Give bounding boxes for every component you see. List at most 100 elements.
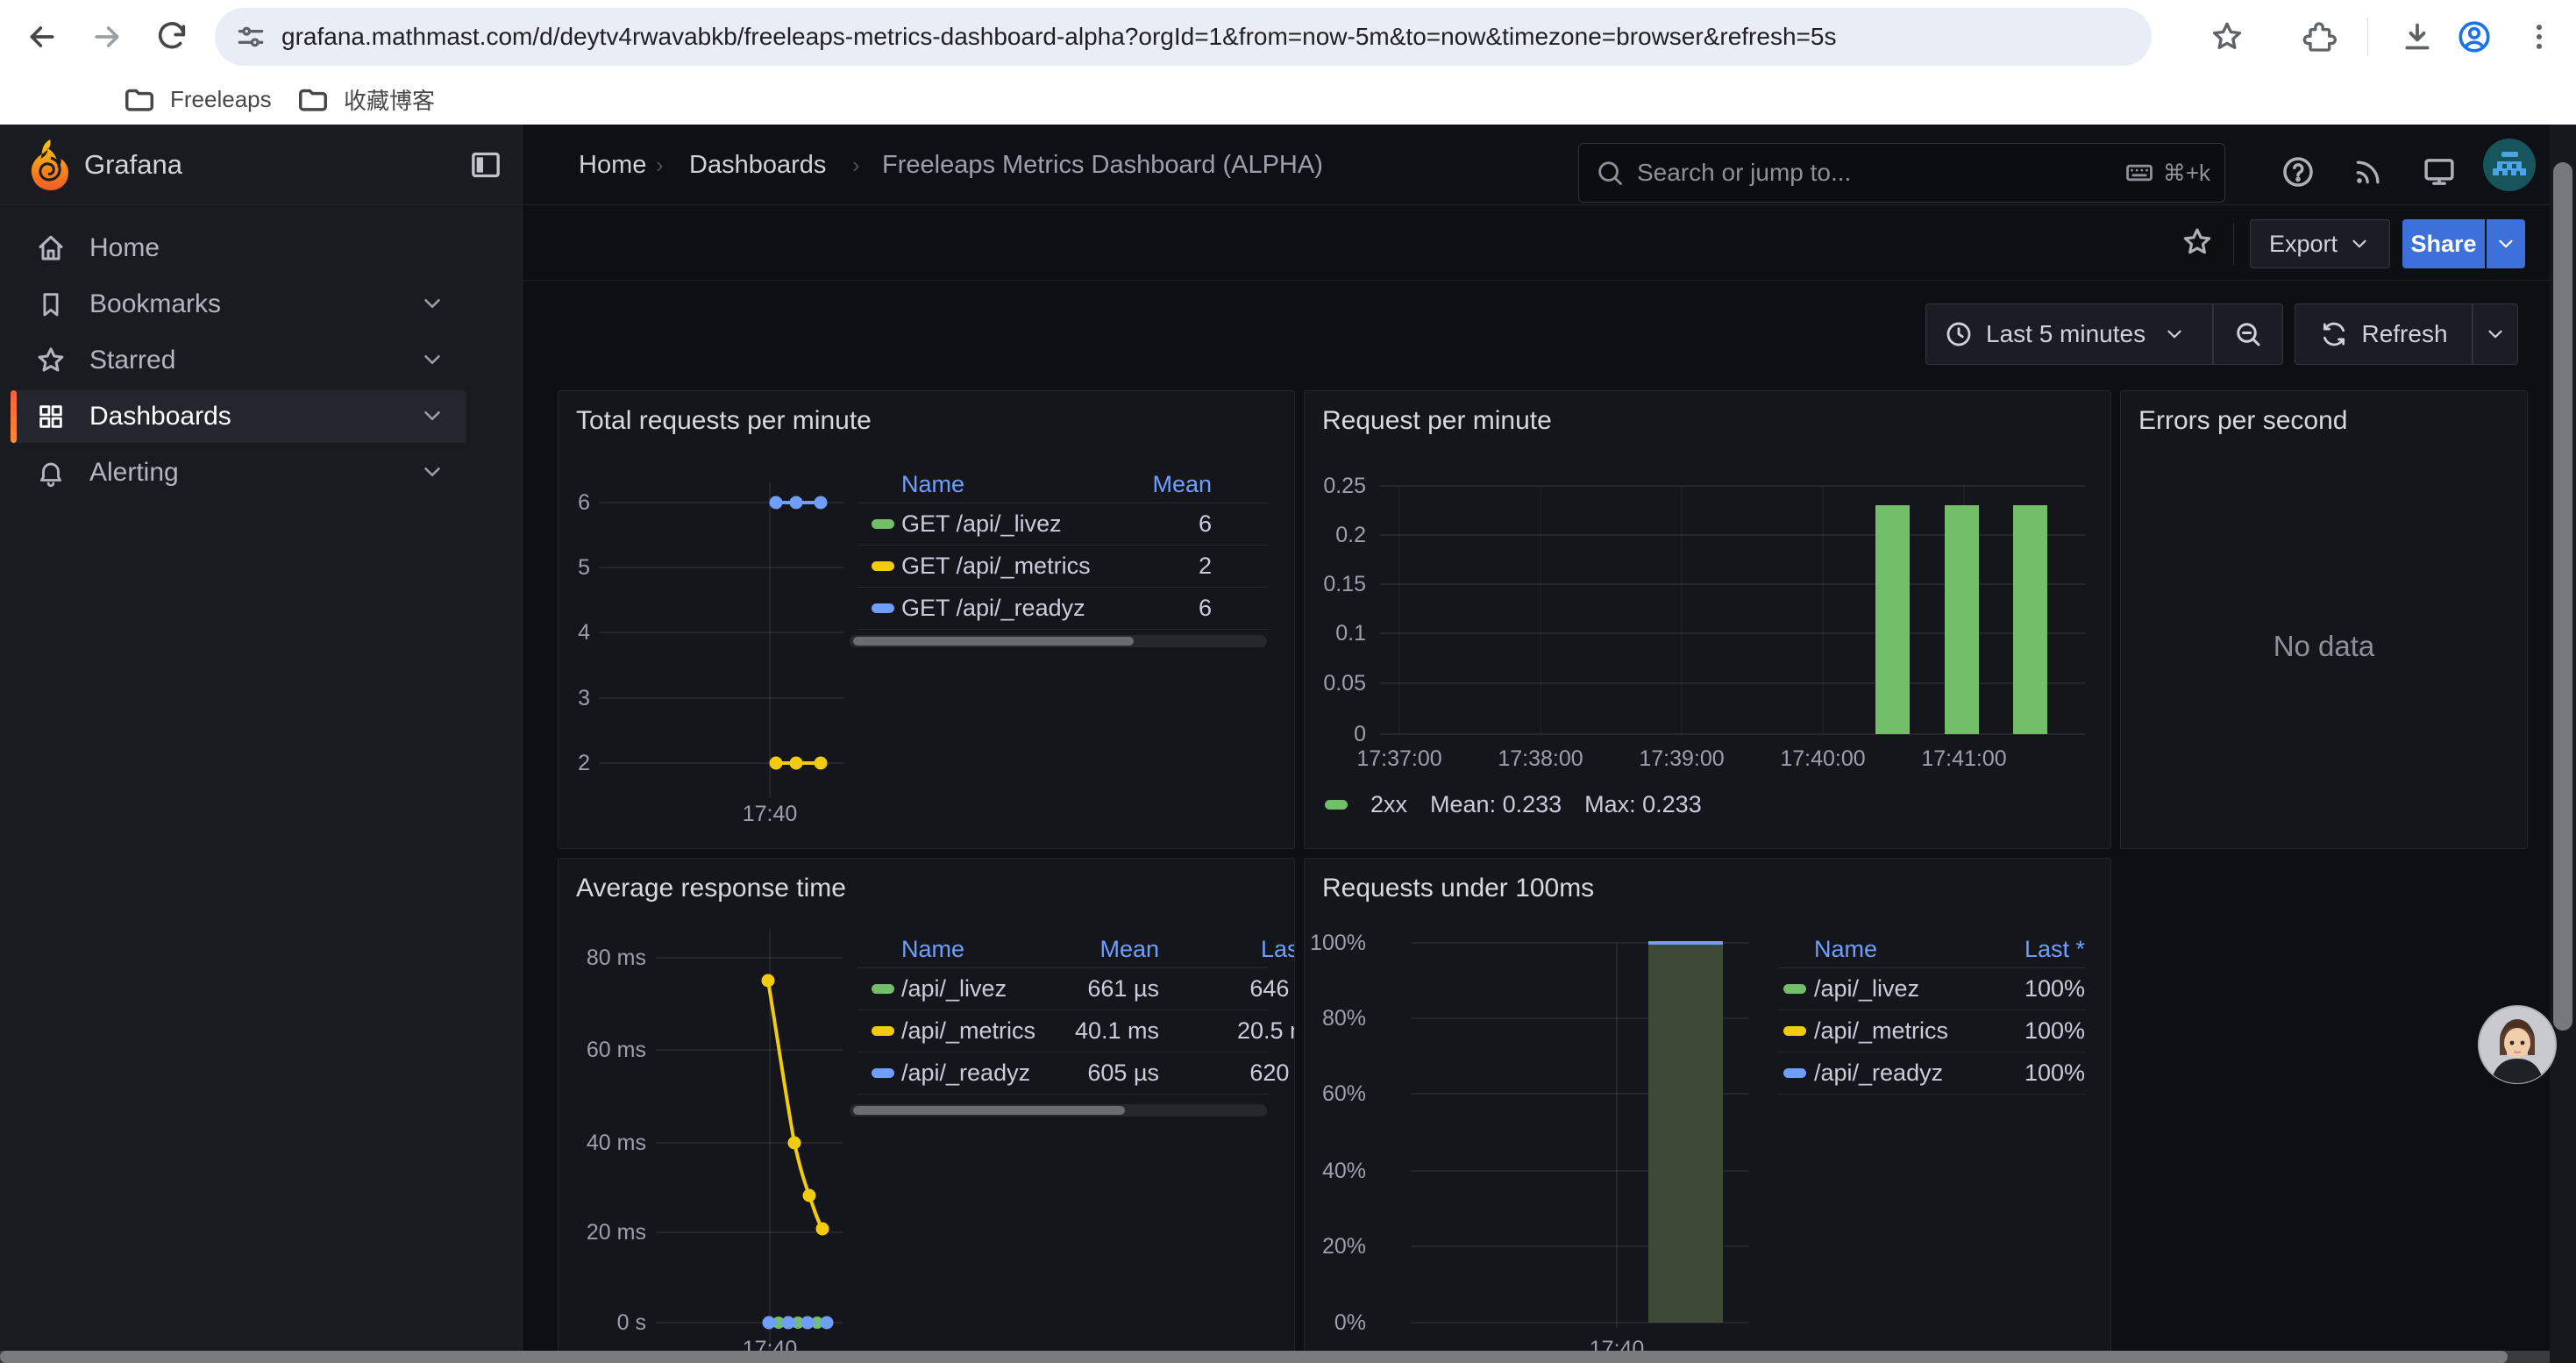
legend: 2xx Mean: 0.233 Max: 0.233: [1325, 791, 1702, 818]
panel-title[interactable]: Request per minute: [1322, 406, 1552, 436]
share-menu-button[interactable]: [2487, 219, 2525, 268]
legend-row[interactable]: /api/_readyz 605 µs 620 µs: [857, 1053, 1269, 1095]
sidebar-item-bookmarks[interactable]: Bookmarks: [11, 278, 466, 331]
legend-mean-header[interactable]: Mean: [1028, 931, 1159, 967]
bookmark-folder-freeleaps[interactable]: Freeleaps: [123, 74, 272, 125]
y-axis-tick: 0.05: [1312, 671, 1366, 696]
sidebar-item-label: Bookmarks: [89, 289, 221, 319]
legend-series-name[interactable]: 2xx: [1370, 791, 1407, 818]
refresh-button[interactable]: Refresh: [2295, 303, 2473, 365]
share-button[interactable]: Share: [2402, 219, 2485, 268]
y-axis-tick: 0.1: [1312, 621, 1366, 646]
legend-mean-header[interactable]: Mean: [1080, 466, 1212, 503]
refresh-interval-button[interactable]: [2473, 303, 2518, 365]
legend-series-name[interactable]: GET /api/_readyz: [901, 588, 1085, 629]
panel-average-response-time: Average response time 80 ms 60 ms 40 ms …: [558, 858, 1295, 1363]
browser-forward-button[interactable]: [86, 16, 128, 58]
zoom-out-time-button[interactable]: [2213, 303, 2283, 365]
legend-row[interactable]: GET /api/_livez 6: [857, 503, 1269, 546]
time-range-picker[interactable]: Last 5 minutes: [1925, 303, 2213, 365]
bookmark-label: 收藏博客: [344, 83, 435, 116]
legend-row[interactable]: /api/_readyz 100%: [1778, 1053, 2085, 1095]
series-percentage-bar: [1648, 943, 1723, 1323]
legend-last-value: 620 µs: [1172, 1053, 1295, 1094]
legend-row[interactable]: /api/_livez 100%: [1778, 968, 2085, 1010]
bar-chart[interactable]: [1375, 475, 2089, 764]
bell-icon: [36, 458, 66, 488]
legend-row[interactable]: /api/_metrics 40.1 ms 20.5 ms: [857, 1010, 1269, 1053]
sidebar-item-dashboards[interactable]: Dashboards: [11, 390, 466, 443]
legend-row[interactable]: /api/_livez 661 µs 646 µs: [857, 968, 1269, 1010]
legend-scrollbar-thumb[interactable]: [853, 637, 1134, 646]
user-avatar[interactable]: [2483, 139, 2536, 196]
browser-profile-button[interactable]: [2453, 16, 2495, 58]
sidebar-item-label: Alerting: [89, 458, 179, 488]
browser-menu-button[interactable]: [2518, 16, 2560, 58]
timeseries-chart[interactable]: [651, 911, 848, 1359]
url-input[interactable]: [280, 22, 2063, 52]
browser-reload-button[interactable]: [151, 16, 193, 58]
bar-chart[interactable]: [1405, 933, 1756, 1345]
panel-title[interactable]: Requests under 100ms: [1322, 874, 1594, 903]
legend-row[interactable]: GET /api/_readyz 6: [857, 588, 1269, 630]
bookmark-page-button[interactable]: [2206, 16, 2248, 58]
legend-scrollbar[interactable]: [850, 635, 1267, 647]
extensions-button[interactable]: [2298, 16, 2340, 58]
sidebar-item-starred[interactable]: Starred: [11, 334, 466, 387]
legend-name-header[interactable]: Name: [901, 466, 964, 503]
legend-name-header[interactable]: Name: [1814, 931, 1877, 967]
legend-row[interactable]: /api/_metrics 100%: [1778, 1010, 2085, 1053]
legend-name-header[interactable]: Name: [901, 931, 964, 967]
legend-series-name[interactable]: /api/_readyz: [901, 1053, 1030, 1094]
help-button[interactable]: [2272, 146, 2324, 198]
legend-scrollbar-thumb[interactable]: [853, 1106, 1125, 1115]
legend-series-name[interactable]: /api/_livez: [1814, 968, 1919, 1010]
y-axis-tick: 3: [560, 686, 590, 710]
legend-series-name[interactable]: GET /api/_livez: [901, 503, 1062, 545]
bookmark-folder-blogs[interactable]: 收藏博客: [296, 74, 435, 125]
back-arrow-icon: [25, 19, 60, 54]
panel-title[interactable]: Average response time: [576, 874, 846, 903]
panel-title[interactable]: Total requests per minute: [576, 406, 872, 436]
y-axis-tick: 0%: [1308, 1310, 1366, 1335]
legend-series-name[interactable]: /api/_livez: [901, 968, 1007, 1010]
panel-left-icon: [468, 147, 503, 182]
news-button[interactable]: [2342, 146, 2395, 198]
legend-row[interactable]: GET /api/_metrics 2: [857, 546, 1269, 588]
downloads-button[interactable]: [2396, 16, 2438, 58]
y-axis-tick: 60 ms: [571, 1038, 646, 1062]
grafana-logo[interactable]: [25, 139, 74, 196]
series-color-pill-green: [872, 984, 894, 994]
panel-title[interactable]: Errors per second: [2138, 406, 2347, 436]
mega-menu-dock-button[interactable]: [468, 147, 503, 187]
sidebar-item-home[interactable]: Home: [11, 222, 466, 275]
page-horizontal-scrollbar-thumb[interactable]: [0, 1351, 2508, 1363]
search-icon: [1595, 158, 1625, 188]
floating-assistant-avatar[interactable]: [2477, 1004, 2558, 1089]
grafana-brand-label: Grafana: [84, 149, 182, 181]
address-bar[interactable]: [215, 8, 2152, 66]
legend-last-value: 100%: [1945, 1010, 2085, 1052]
page-vertical-scrollbar-thumb[interactable]: [2553, 162, 2572, 1031]
timeseries-chart[interactable]: [594, 461, 850, 812]
browser-back-button[interactable]: [21, 16, 63, 58]
legend-last-value: 100%: [1945, 1053, 2085, 1094]
display-button[interactable]: [2413, 146, 2466, 198]
grafana-brand[interactable]: Grafana: [84, 125, 182, 205]
legend-series-name[interactable]: /api/_metrics: [1814, 1010, 1948, 1052]
legend-scrollbar[interactable]: [850, 1104, 1267, 1117]
favorite-dashboard-button[interactable]: [2181, 225, 2214, 263]
breadcrumb-home[interactable]: Home: [579, 125, 646, 205]
site-settings-icon[interactable]: [234, 20, 267, 54]
legend-series-name[interactable]: /api/_metrics: [901, 1010, 1035, 1052]
legend-series-name[interactable]: /api/_readyz: [1814, 1053, 1943, 1094]
y-axis-tick: 5: [560, 555, 590, 580]
export-button[interactable]: Export: [2250, 219, 2390, 268]
search-box[interactable]: Search or jump to... ⌘+k: [1578, 143, 2225, 203]
sidebar-item-alerting[interactable]: Alerting: [11, 446, 466, 499]
legend-series-name[interactable]: GET /api/_metrics: [901, 546, 1091, 587]
breadcrumb-dashboards[interactable]: Dashboards: [689, 125, 826, 205]
legend-max-stat: Max: 0.233: [1584, 791, 1702, 818]
legend-last-header[interactable]: Last *: [1945, 931, 2085, 967]
legend-last-header[interactable]: Last *: [1172, 931, 1295, 967]
